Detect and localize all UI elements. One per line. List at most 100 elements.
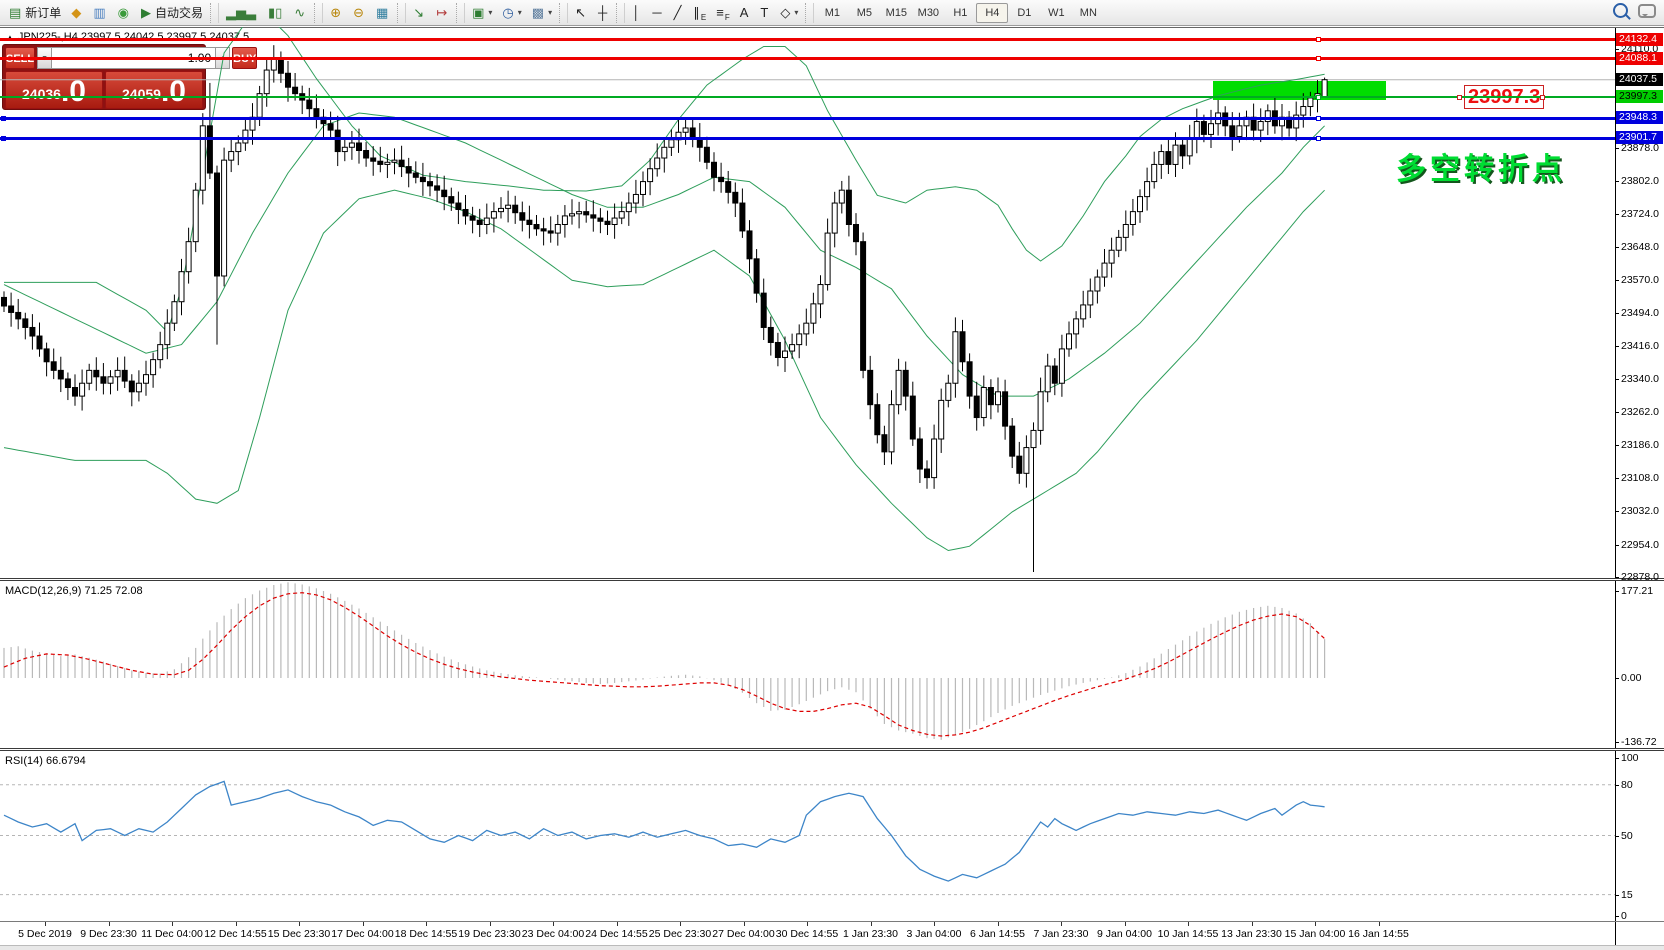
- price-axis-tick: [1615, 445, 1619, 446]
- date-axis-label[interactable]: 1 Jan 23:30: [843, 928, 898, 940]
- chart-shift-button[interactable]: ↦: [431, 1, 454, 25]
- candlestick-chart-button[interactable]: ▮▯: [263, 1, 289, 25]
- fibonacci-icon: ≡: [716, 2, 724, 24]
- arrows-button[interactable]: ◇▾: [775, 1, 803, 25]
- date-axis-label[interactable]: 9 Dec 23:30: [80, 928, 137, 940]
- price-axis-tick: [1615, 511, 1619, 512]
- rsi-pane[interactable]: [0, 751, 1615, 920]
- templates-dropdown-icon[interactable]: ▾: [548, 8, 552, 17]
- market-watch-button[interactable]: ◆: [66, 1, 88, 25]
- zoom-out-button[interactable]: ⊖: [348, 1, 371, 25]
- rsi-axis-tick: [1615, 785, 1619, 786]
- date-axis-tick: [871, 922, 872, 926]
- price-axis-label: 23570.0: [1621, 274, 1659, 286]
- date-axis-label[interactable]: 5 Dec 2019: [18, 928, 72, 940]
- date-axis-label[interactable]: 3 Jan 04:00: [907, 928, 962, 940]
- new-order-button[interactable]: ▤新订单: [4, 1, 66, 25]
- auto-scroll-icon: ↘: [413, 2, 424, 24]
- date-axis-label[interactable]: 10 Jan 14:55: [1158, 928, 1219, 940]
- price-tag-handle[interactable]: [1457, 95, 1462, 100]
- cursor-button[interactable]: ↖: [570, 1, 593, 25]
- rsi-axis-label: 80: [1621, 779, 1633, 791]
- price-level-line-23948.3[interactable]: [0, 117, 1615, 120]
- timeframe-m1-button[interactable]: M1: [816, 3, 848, 23]
- timeframe-mn-button[interactable]: MN: [1072, 3, 1104, 23]
- line-handle[interactable]: [1, 136, 6, 141]
- navigator-button[interactable]: ◉: [113, 1, 136, 25]
- date-axis-label[interactable]: 6 Jan 14:55: [970, 928, 1025, 940]
- tile-windows-button[interactable]: ▦: [371, 1, 395, 25]
- date-axis-label[interactable]: 11 Dec 04:00: [141, 928, 203, 940]
- timeframe-w1-button[interactable]: W1: [1040, 3, 1072, 23]
- date-axis-label[interactable]: 7 Jan 23:30: [1034, 928, 1089, 940]
- price-axis-tick: [1615, 214, 1619, 215]
- date-axis-label[interactable]: 16 Jan 14:55: [1348, 928, 1409, 940]
- timeframe-h1-button[interactable]: H1: [944, 3, 976, 23]
- line-handle[interactable]: [1316, 136, 1321, 141]
- date-axis-label[interactable]: 19 Dec 23:30: [458, 928, 520, 940]
- date-axis-label[interactable]: 30 Dec 14:55: [776, 928, 838, 940]
- toolbar-separator: [210, 3, 219, 23]
- line-handle[interactable]: [1316, 116, 1321, 121]
- price-chart-pane[interactable]: [0, 27, 1615, 578]
- date-axis-label[interactable]: 25 Dec 23:30: [649, 928, 711, 940]
- date-axis-tick: [172, 922, 173, 926]
- date-axis-label[interactable]: 15 Jan 04:00: [1285, 928, 1346, 940]
- bar-chart-icon: ▂▅▃: [226, 2, 256, 24]
- new-chart-dropdown-icon[interactable]: ▾: [488, 8, 492, 17]
- price-line-axis-label: 24037.5: [1616, 73, 1663, 86]
- timeframe-m30-button[interactable]: M30: [912, 3, 944, 23]
- data-window-button[interactable]: ▥: [88, 1, 112, 25]
- new-chart-icon: ▣: [472, 2, 484, 24]
- date-axis-label[interactable]: 23 Dec 04:00: [522, 928, 584, 940]
- date-axis-label[interactable]: 17 Dec 04:00: [331, 928, 393, 940]
- equidistant-channel-button[interactable]: ∥E: [688, 1, 711, 25]
- macd-pane[interactable]: [0, 581, 1615, 748]
- search-icon[interactable]: [1613, 3, 1628, 18]
- text-label-button[interactable]: T: [755, 1, 775, 25]
- date-axis-label[interactable]: 18 Dec 14:55: [395, 928, 457, 940]
- profiles-dropdown-icon[interactable]: ▾: [518, 8, 522, 17]
- line-handle[interactable]: [1316, 56, 1321, 61]
- chat-icon[interactable]: [1638, 4, 1656, 18]
- crosshair-button[interactable]: ┼: [593, 1, 614, 25]
- new-chart-button[interactable]: ▣▾: [467, 1, 497, 25]
- line-handle[interactable]: [1316, 95, 1321, 100]
- timeframe-m5-button[interactable]: M5: [848, 3, 880, 23]
- auto-scroll-button[interactable]: ↘: [408, 1, 431, 25]
- date-axis-tick: [1379, 922, 1380, 926]
- price-tag-handle[interactable]: [1540, 95, 1545, 100]
- horizontal-line-button[interactable]: ─: [647, 1, 668, 25]
- macd-axis-label: -136.72: [1621, 736, 1657, 748]
- price-level-line-23901.7[interactable]: [0, 137, 1615, 140]
- date-axis-label[interactable]: 15 Dec 23:30: [268, 928, 330, 940]
- timeframe-h4-button[interactable]: H4: [976, 3, 1008, 23]
- price-axis-tick: [1615, 478, 1619, 479]
- date-axis-label[interactable]: 24 Dec 14:55: [585, 928, 647, 940]
- autotrading-button[interactable]: ▶自动交易: [136, 1, 208, 25]
- arrows-dropdown-icon[interactable]: ▾: [794, 8, 798, 17]
- date-axis-label[interactable]: 9 Jan 04:00: [1097, 928, 1152, 940]
- data-window-icon: ▥: [93, 2, 105, 24]
- price-level-line-24088.1[interactable]: [0, 57, 1615, 60]
- trendline-button[interactable]: ╱: [669, 1, 689, 25]
- templates-button[interactable]: ▩▾: [527, 1, 557, 25]
- line-handle[interactable]: [1, 116, 6, 121]
- bar-chart-button[interactable]: ▂▅▃: [221, 1, 263, 25]
- timeframe-m15-button[interactable]: M15: [880, 3, 912, 23]
- zoom-in-button[interactable]: ⊕: [325, 1, 348, 25]
- date-axis-tick: [1188, 922, 1189, 926]
- profiles-button[interactable]: ◷▾: [497, 1, 526, 25]
- timeframe-d1-button[interactable]: D1: [1008, 3, 1040, 23]
- price-level-line-24132.4[interactable]: [0, 38, 1615, 41]
- vertical-line-button[interactable]: │: [627, 1, 647, 25]
- fibonacci-button[interactable]: ≡F: [711, 1, 734, 25]
- date-axis-label[interactable]: 27 Dec 04:00: [712, 928, 774, 940]
- date-axis-label[interactable]: 12 Dec 14:55: [204, 928, 266, 940]
- line-handle[interactable]: [1316, 37, 1321, 42]
- line-chart-button[interactable]: ∿: [289, 1, 312, 25]
- price-level-line-23997.3[interactable]: [0, 96, 1615, 98]
- text-button[interactable]: A: [735, 1, 756, 25]
- date-axis-label[interactable]: 13 Jan 23:30: [1221, 928, 1282, 940]
- profiles-icon: ◷: [502, 2, 513, 24]
